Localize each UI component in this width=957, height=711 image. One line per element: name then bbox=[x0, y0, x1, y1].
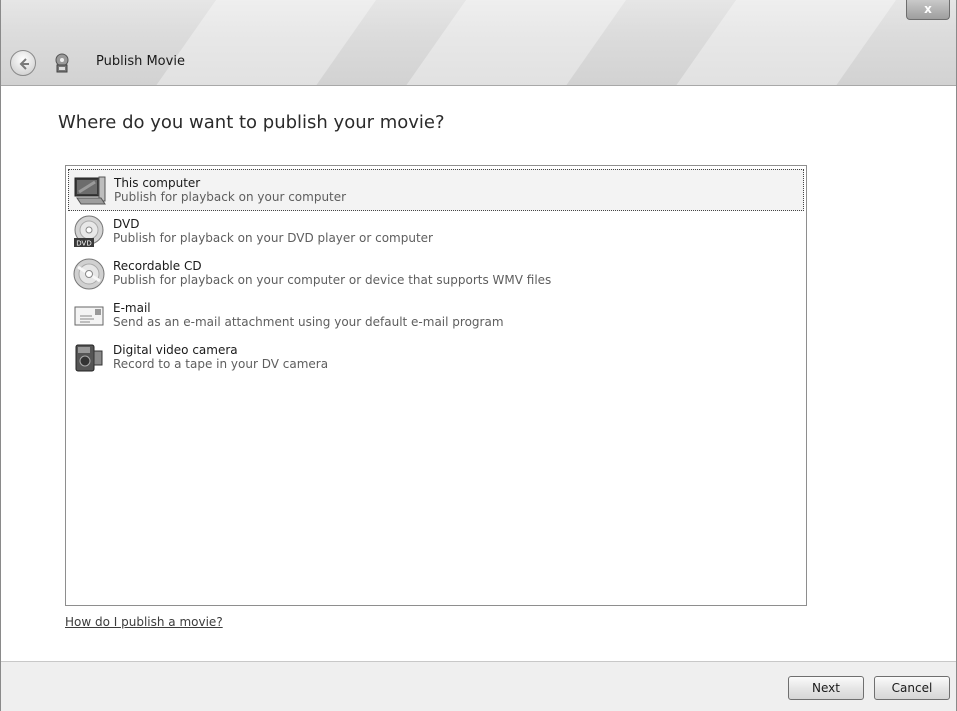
list-item-recordable-cd[interactable]: Recordable CD Publish for playback on yo… bbox=[68, 253, 804, 295]
option-name: Digital video camera bbox=[113, 343, 238, 357]
page-heading: Where do you want to publish your movie? bbox=[58, 112, 445, 133]
option-description: Send as an e-mail attachment using your … bbox=[113, 315, 504, 329]
window-title: Publish Movie bbox=[96, 54, 185, 69]
dvd-icon: DVD bbox=[74, 215, 104, 248]
close-button[interactable]: x bbox=[906, 0, 950, 20]
option-description: Publish for playback on your computer bbox=[114, 190, 347, 204]
option-description: Publish for playback on your DVD player … bbox=[113, 231, 433, 245]
dialog-footer: Next Cancel bbox=[1, 661, 956, 711]
publish-destination-list[interactable]: This computer Publish for playback on yo… bbox=[65, 165, 807, 606]
dvd-badge-label: DVD bbox=[76, 240, 91, 248]
cd-icon bbox=[73, 258, 105, 290]
option-name: E-mail bbox=[113, 301, 151, 315]
publish-movie-window: x Publish Movie Where do you want to pub… bbox=[0, 0, 957, 711]
next-button[interactable]: Next bbox=[788, 676, 864, 700]
help-link[interactable]: How do I publish a movie? bbox=[65, 615, 223, 629]
movie-maker-icon bbox=[55, 53, 69, 73]
title-bar: x Publish Movie bbox=[1, 0, 956, 86]
option-description: Publish for playback on your computer or… bbox=[113, 273, 552, 287]
back-button[interactable] bbox=[10, 50, 36, 76]
camcorder-icon bbox=[75, 344, 103, 372]
option-name: This computer bbox=[114, 176, 201, 190]
option-name: Recordable CD bbox=[113, 259, 202, 273]
computer-icon bbox=[74, 176, 106, 205]
email-icon bbox=[74, 306, 104, 326]
list-item-dvd[interactable]: DVD DVD Publish for playback on your DVD… bbox=[68, 211, 804, 253]
back-arrow-icon bbox=[19, 58, 29, 70]
cancel-button[interactable]: Cancel bbox=[874, 676, 950, 700]
list-item-this-computer[interactable]: This computer Publish for playback on yo… bbox=[68, 169, 804, 211]
list-item-email[interactable]: E-mail Send as an e-mail attachment usin… bbox=[68, 295, 804, 337]
option-name: DVD bbox=[113, 217, 140, 231]
list-item-digital-video-camera[interactable]: Digital video camera Record to a tape in… bbox=[68, 337, 804, 379]
option-description: Record to a tape in your DV camera bbox=[113, 357, 329, 371]
